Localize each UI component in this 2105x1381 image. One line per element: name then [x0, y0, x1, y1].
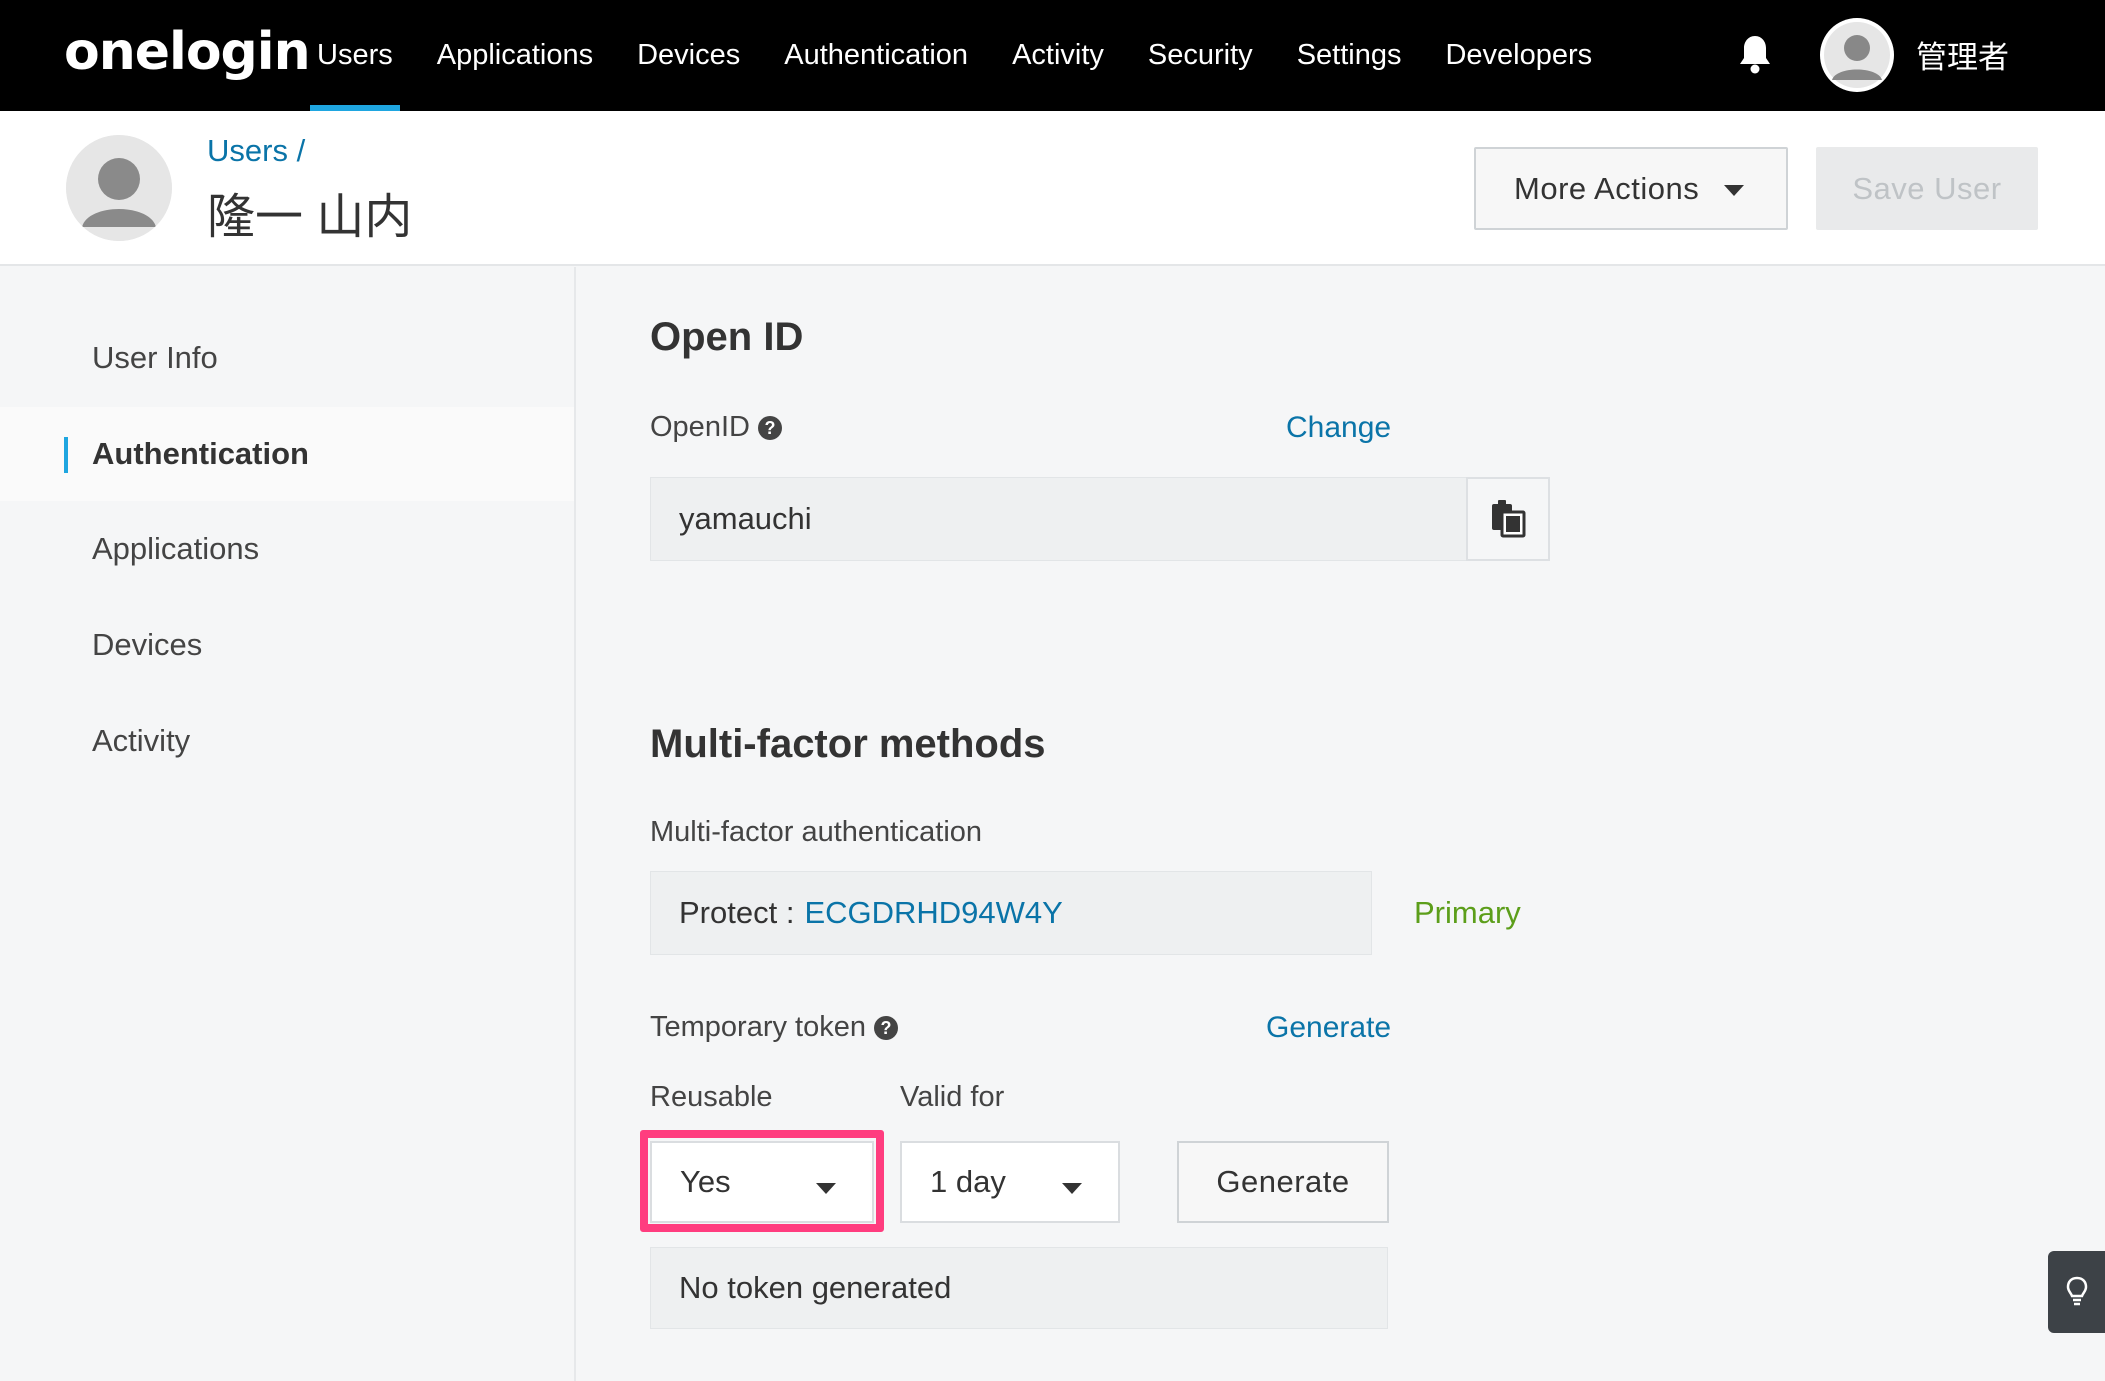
mfa-device-field: Protect : ECGDRHD94W4Y — [650, 871, 1372, 955]
nav-username[interactable]: 管理者 — [1916, 32, 2009, 77]
nav-devices[interactable]: Devices — [615, 0, 762, 111]
mfa-device-link[interactable]: ECGDRHD94W4Y — [804, 895, 1062, 931]
reusable-label: Reusable — [650, 1081, 773, 1113]
openid-heading: Open ID — [650, 315, 804, 359]
nav-applications[interactable]: Applications — [415, 0, 615, 111]
primary-badge: Primary — [1414, 895, 1521, 930]
sidebar-item-authentication[interactable]: Authentication — [0, 407, 574, 501]
help-icon[interactable]: ? — [874, 1015, 898, 1040]
lightbulb-icon — [2066, 1276, 2087, 1306]
page-title: 隆一 山内 — [207, 191, 413, 244]
temp-token-label: Temporary token ? — [650, 1011, 898, 1044]
sidebar-item-devices[interactable]: Devices — [0, 598, 574, 692]
user-header: Users / 隆一 山内 More Actions Save User — [0, 111, 2105, 266]
nav-avatar[interactable] — [1820, 18, 1894, 92]
mfa-heading: Multi-factor methods — [650, 722, 1046, 766]
tips-button[interactable] — [2048, 1251, 2105, 1333]
protect-prefix: Protect : — [679, 895, 795, 930]
help-icon[interactable]: ? — [757, 415, 782, 440]
sidebar-item-applications[interactable]: Applications — [0, 502, 574, 596]
sidebar-item-activity[interactable]: Activity — [0, 694, 574, 788]
openid-value: yamauchi — [679, 501, 812, 536]
chevron-down-icon — [816, 1183, 836, 1194]
reusable-select[interactable]: Yes — [650, 1141, 874, 1223]
token-status: No token generated — [679, 1270, 952, 1305]
nav-developers[interactable]: Developers — [1423, 0, 1614, 111]
nav-users[interactable]: Users — [295, 0, 415, 111]
nav-authentication[interactable]: Authentication — [762, 0, 990, 111]
main-content: Open ID OpenID ? Change yamauchi Multi-f… — [578, 267, 2105, 1381]
generate-token-button[interactable]: Generate — [1177, 1141, 1389, 1223]
save-user-button[interactable]: Save User — [1816, 147, 2038, 230]
sidebar: User Info Authentication Applications De… — [0, 267, 576, 1381]
generate-token-link[interactable]: Generate — [1266, 1011, 1391, 1045]
openid-field[interactable]: yamauchi — [650, 477, 1468, 561]
user-avatar — [66, 135, 172, 241]
valid-for-select[interactable]: 1 day — [900, 1141, 1120, 1223]
copy-icon — [1492, 500, 1526, 538]
change-openid-link[interactable]: Change — [1286, 411, 1391, 445]
main-nav: Users Applications Devices Authenticatio… — [295, 0, 1614, 111]
mfa-label: Multi-factor authentication — [650, 816, 983, 848]
nav-activity[interactable]: Activity — [990, 0, 1126, 111]
openid-label-text: OpenID — [650, 411, 750, 443]
openid-label: OpenID ? — [650, 411, 782, 444]
onelogin-logo[interactable]: onelogin — [64, 22, 311, 82]
chevron-down-icon — [1062, 1183, 1082, 1194]
chevron-down-icon — [1724, 185, 1744, 196]
temp-token-label-text: Temporary token — [650, 1011, 866, 1043]
bell-icon[interactable] — [1738, 34, 1772, 74]
more-actions-label: More Actions — [1514, 170, 1700, 206]
reusable-select-value: Yes — [680, 1164, 731, 1199]
nav-security[interactable]: Security — [1126, 0, 1275, 111]
sidebar-item-user-info[interactable]: User Info — [0, 311, 574, 405]
valid-for-label: Valid for — [900, 1081, 1005, 1113]
more-actions-button[interactable]: More Actions — [1474, 147, 1788, 230]
nav-settings[interactable]: Settings — [1275, 0, 1424, 111]
breadcrumb-users[interactable]: Users / — [207, 133, 305, 169]
valid-for-select-value: 1 day — [930, 1164, 1006, 1199]
token-status-field: No token generated — [650, 1247, 1388, 1329]
top-navigation: onelogin Users Applications Devices Auth… — [0, 0, 2105, 111]
copy-button[interactable] — [1466, 477, 1550, 561]
